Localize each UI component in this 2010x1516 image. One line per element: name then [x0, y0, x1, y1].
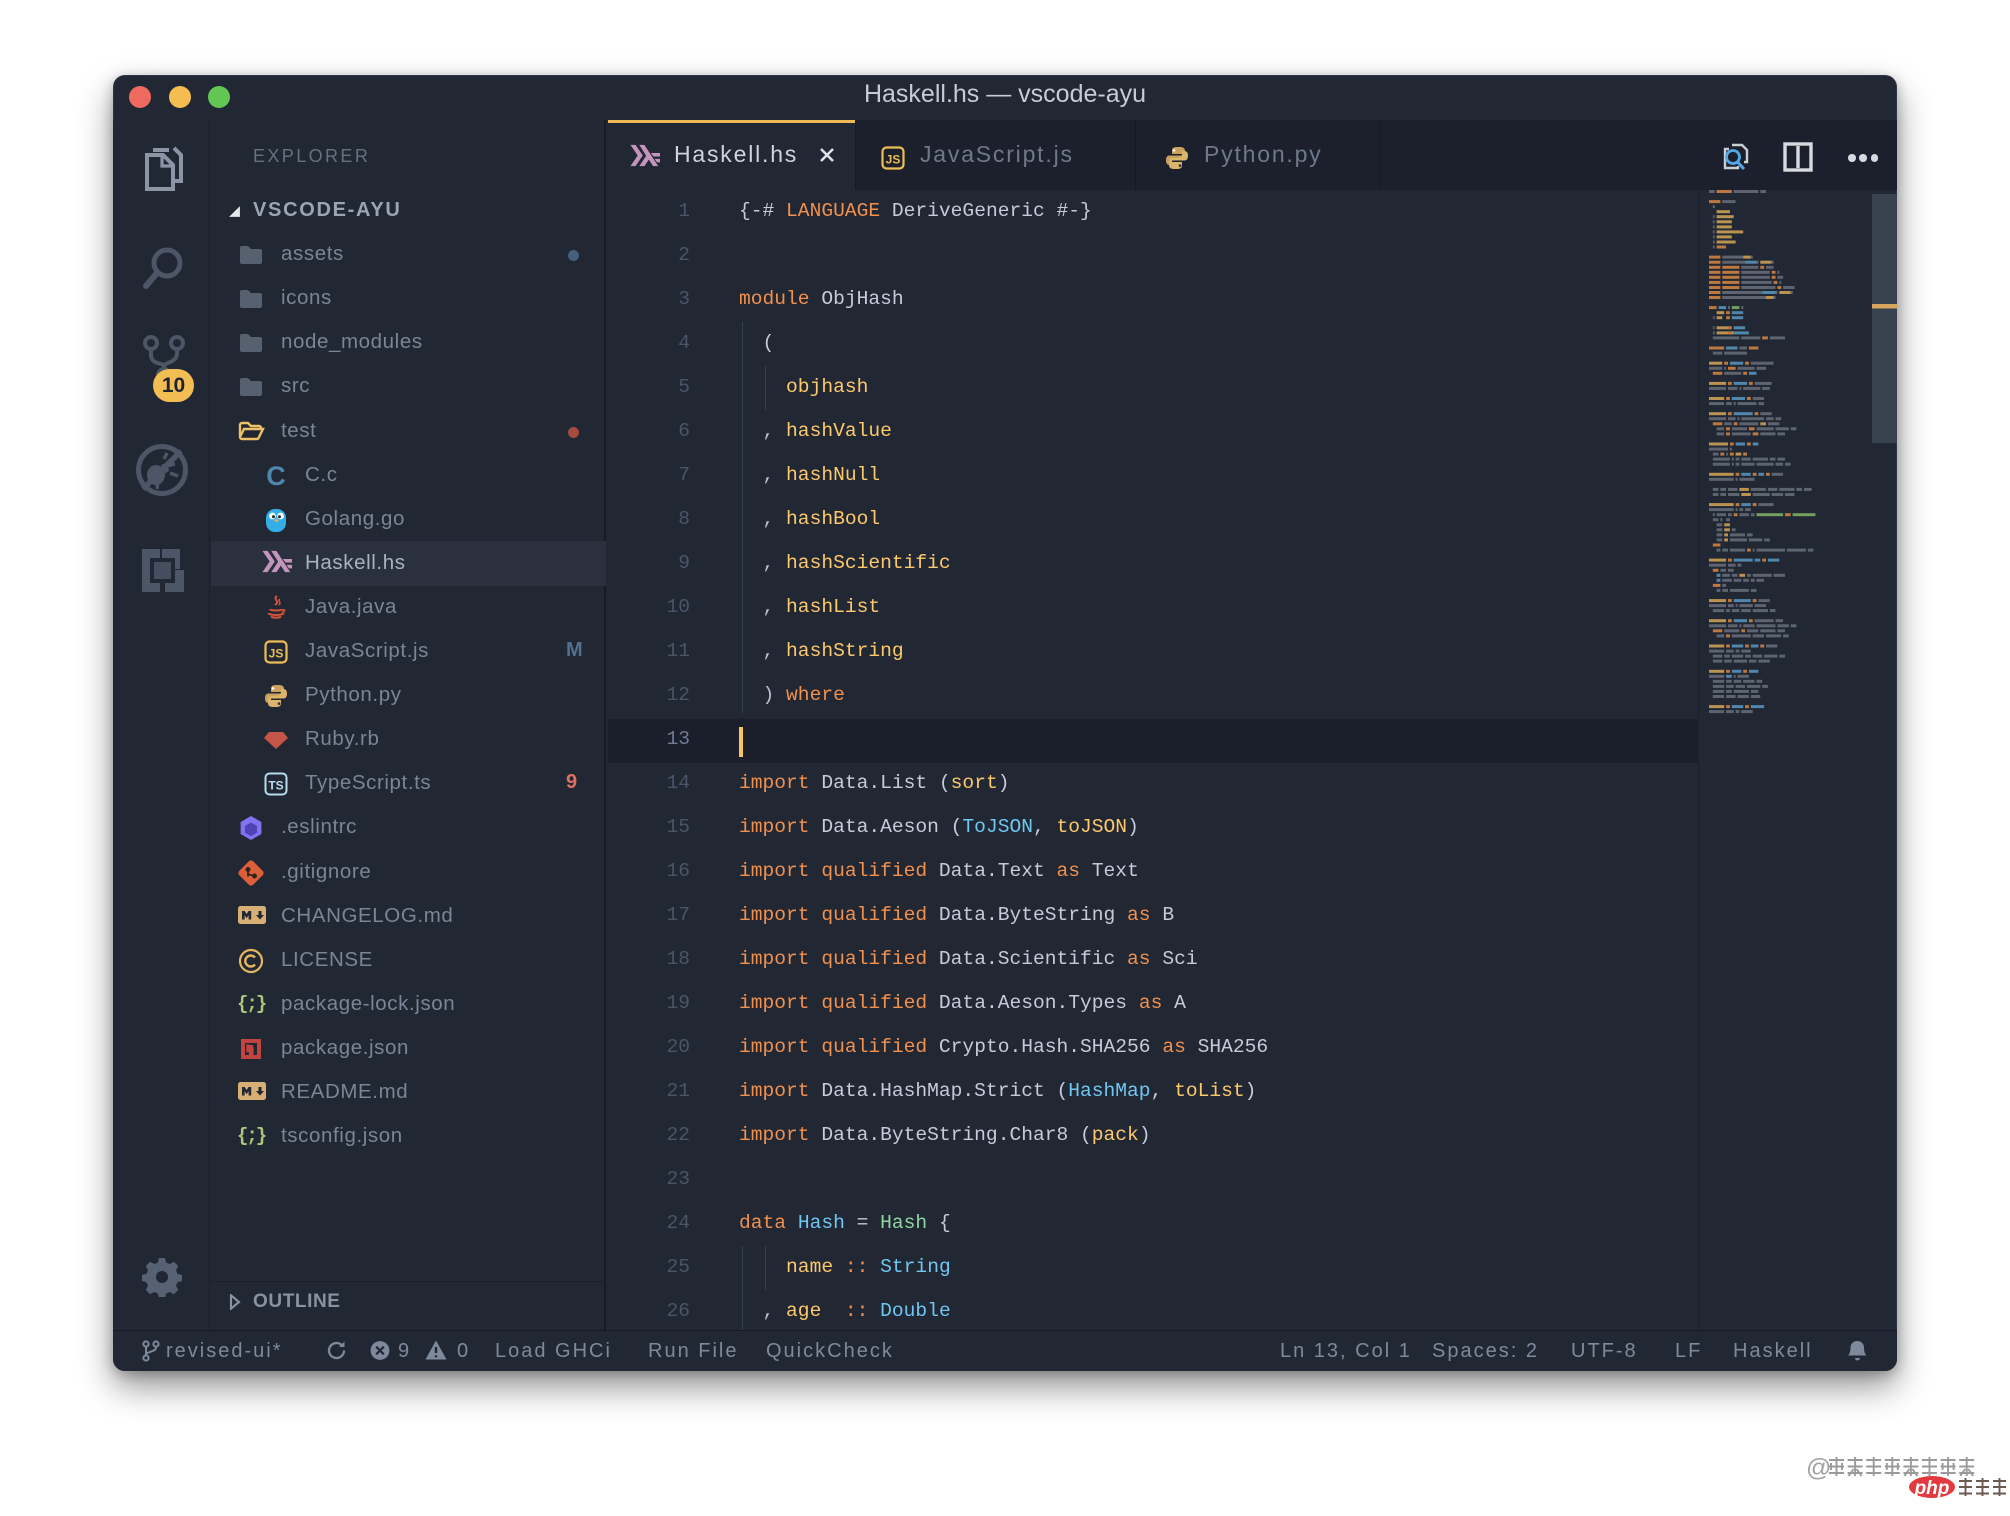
svg-text:@: @ [1806, 1455, 1831, 1482]
svg-text:JS: JS [269, 647, 284, 661]
svg-text:TS: TS [268, 779, 283, 793]
svg-text:JS: JS [886, 153, 901, 167]
svg-text:php: php [1914, 1478, 1950, 1499]
